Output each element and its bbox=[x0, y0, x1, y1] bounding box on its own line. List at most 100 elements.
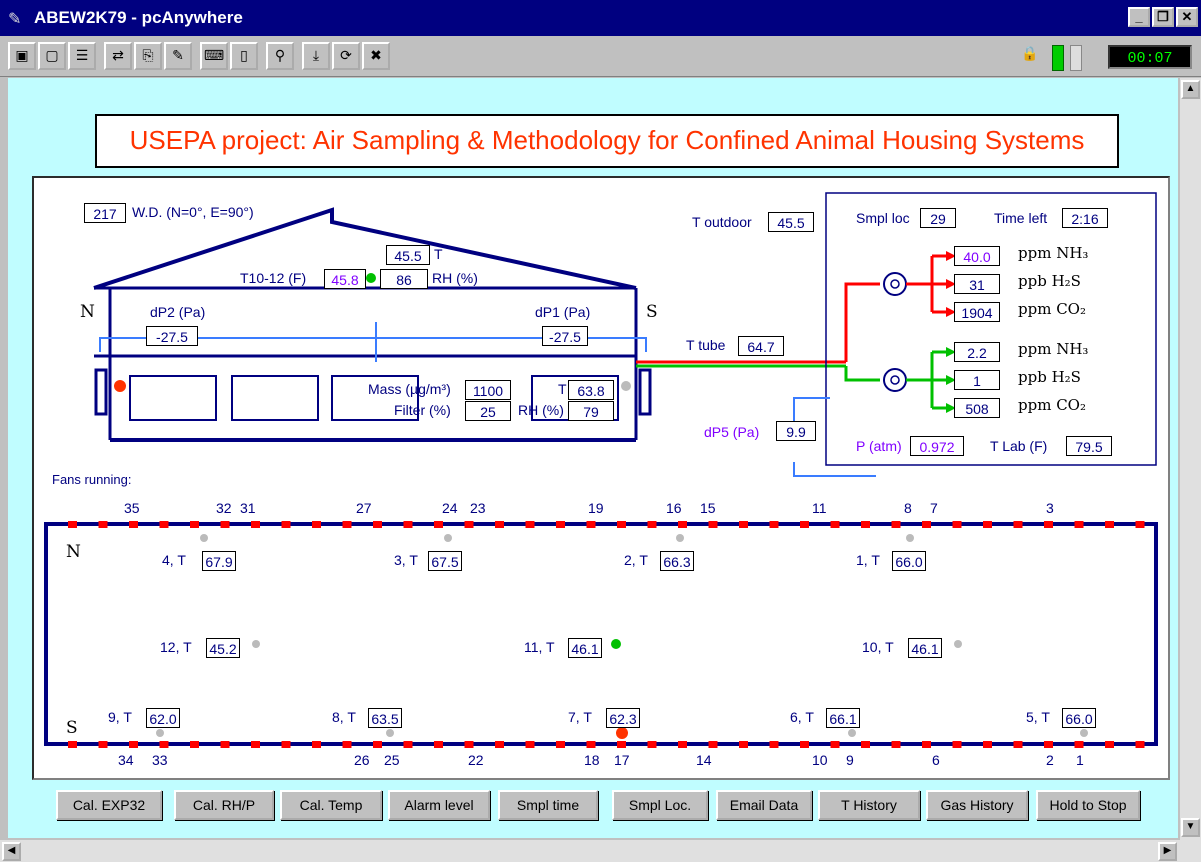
sensor-label: 7, T bbox=[568, 709, 592, 725]
fan-mark-bottom bbox=[251, 741, 260, 748]
gas-history-button[interactable]: Gas History bbox=[926, 790, 1028, 820]
plan-north-label: N bbox=[66, 542, 81, 562]
dp5-label: dP5 (Pa) bbox=[704, 424, 760, 440]
fan-mark-bottom bbox=[373, 741, 382, 748]
smpl-time-button[interactable]: Smpl time bbox=[498, 790, 598, 820]
mass-label: Mass (µg/m³) bbox=[368, 381, 451, 397]
fan-mark-top bbox=[190, 521, 199, 528]
fan-number-bottom: 34 bbox=[118, 752, 134, 768]
fan-number-bottom: 22 bbox=[468, 752, 484, 768]
fan-mark-bottom bbox=[281, 741, 291, 748]
cal-temp-button[interactable]: Cal. Temp bbox=[280, 790, 382, 820]
green-nh3-unit: ppm NH₃ bbox=[1018, 340, 1089, 358]
fan-number-bottom: 2 bbox=[1046, 752, 1054, 768]
fan-number-top: 23 bbox=[470, 500, 486, 516]
fan-mark-top bbox=[403, 521, 413, 528]
cal-rh-p-button[interactable]: Cal. RH/P bbox=[174, 790, 274, 820]
fan-mark-bottom bbox=[830, 741, 840, 748]
fan-mark-top bbox=[891, 521, 901, 528]
sensor-11-dot bbox=[611, 639, 621, 649]
sensor-temp-value: 46.1 bbox=[568, 638, 602, 658]
fan-mark-bottom bbox=[190, 741, 199, 748]
sensor-temp-value: 62.3 bbox=[606, 708, 640, 728]
time-left-label: Time left bbox=[994, 210, 1048, 226]
fan-mark-bottom bbox=[403, 741, 413, 748]
fan-mark-bottom bbox=[68, 741, 77, 748]
fan-number-bottom: 26 bbox=[354, 752, 370, 768]
fan-mark-bottom bbox=[556, 741, 565, 748]
fan-number-top: 24 bbox=[442, 500, 458, 516]
cal-exp32-button[interactable]: Cal. EXP32 bbox=[56, 790, 162, 820]
time-left-value: 2:16 bbox=[1062, 208, 1108, 228]
alarm-level-button[interactable]: Alarm level bbox=[388, 790, 490, 820]
fan-mark-top bbox=[1135, 521, 1145, 528]
dp5-value: 9.9 bbox=[776, 421, 816, 441]
mass-value: 1100 bbox=[465, 380, 511, 400]
fan-number-top: 31 bbox=[240, 500, 256, 516]
inner-t-label: T bbox=[558, 381, 567, 397]
fan-mark-bottom bbox=[891, 741, 901, 748]
t-history-button[interactable]: T History bbox=[818, 790, 920, 820]
diagram-graphics bbox=[44, 192, 1158, 748]
fan-number-top: 11 bbox=[812, 500, 827, 516]
fan-number-top: 8 bbox=[904, 500, 912, 516]
fan-mark-bottom bbox=[617, 741, 626, 748]
fan-mark-bottom bbox=[1044, 741, 1053, 748]
t-lab-value: 79.5 bbox=[1066, 436, 1112, 456]
sensor-temp-value: 67.9 bbox=[202, 551, 236, 571]
fan-mark-bottom bbox=[952, 741, 962, 748]
t1012-label: T10-12 (F) bbox=[240, 270, 307, 286]
fan-mark-top bbox=[1044, 521, 1053, 528]
fan-number-top: 3 bbox=[1046, 500, 1054, 516]
red-h2s-unit: ppb H₂S bbox=[1018, 272, 1081, 290]
green-pump-line bbox=[844, 366, 880, 382]
p-atm-label: P (atm) bbox=[856, 438, 902, 454]
fan-mark-bottom bbox=[800, 741, 809, 748]
fan-mark-bottom bbox=[708, 741, 718, 748]
pen-2 bbox=[231, 375, 319, 421]
fan-number-bottom: 14 bbox=[696, 752, 712, 768]
fan-number-bottom: 25 bbox=[384, 752, 400, 768]
fan-mark-top bbox=[98, 521, 108, 528]
sensor-10-dot bbox=[954, 640, 962, 648]
fan-mark-bottom bbox=[647, 741, 657, 748]
smpl-loc-button[interactable]: Smpl Loc. bbox=[612, 790, 708, 820]
red-nh3-value: 40.0 bbox=[954, 246, 1000, 266]
email-data-button[interactable]: Email Data bbox=[716, 790, 812, 820]
sensor-label: 8, T bbox=[332, 709, 356, 725]
fan-number-bottom: 9 bbox=[846, 752, 854, 768]
fan-mark-bottom bbox=[1013, 741, 1023, 748]
t1012-value: 45.8 bbox=[324, 269, 366, 289]
fan-number-top: 27 bbox=[356, 500, 372, 516]
inner-rh-label: RH (%) bbox=[518, 402, 564, 418]
sensor-label: 4, T bbox=[162, 552, 186, 568]
sensor-temp-value: 63.5 bbox=[368, 708, 402, 728]
wind-direction-label: W.D. (N=0°, E=90°) bbox=[132, 204, 254, 220]
fan-mark-bottom bbox=[495, 741, 504, 748]
pen-1 bbox=[129, 375, 217, 421]
dp1-label: dP1 (Pa) bbox=[535, 304, 591, 320]
sensor-4-dot bbox=[200, 534, 208, 542]
filter-label: Filter (%) bbox=[394, 402, 451, 418]
fan-mark-bottom bbox=[129, 741, 138, 748]
fan-mark-bottom bbox=[1105, 741, 1114, 748]
t-tube-label: T tube bbox=[686, 337, 726, 353]
fan-mark-top bbox=[586, 521, 596, 528]
sensor-12-dot bbox=[252, 640, 260, 648]
fan-mark-bottom bbox=[678, 741, 687, 748]
inner-t-value: 63.8 bbox=[568, 380, 614, 400]
fan-mark-bottom bbox=[586, 741, 596, 748]
sensor-temp-value: 66.0 bbox=[1062, 708, 1096, 728]
fan-mark-top bbox=[159, 521, 169, 528]
fan-mark-top bbox=[1074, 521, 1084, 528]
sensor-temp-value: 66.3 bbox=[660, 551, 694, 571]
wind-direction-value: 217 bbox=[84, 203, 126, 223]
fan-mark-bottom bbox=[220, 741, 230, 748]
fan-mark-bottom bbox=[922, 741, 931, 748]
sensor-label: 1, T bbox=[856, 552, 880, 568]
sensor-6-dot bbox=[848, 729, 856, 737]
fan-mark-top bbox=[495, 521, 504, 528]
hold-to-stop-button[interactable]: Hold to Stop bbox=[1036, 790, 1140, 820]
fan-mark-bottom bbox=[983, 741, 992, 748]
smpl-loc-label: Smpl loc bbox=[856, 210, 910, 226]
